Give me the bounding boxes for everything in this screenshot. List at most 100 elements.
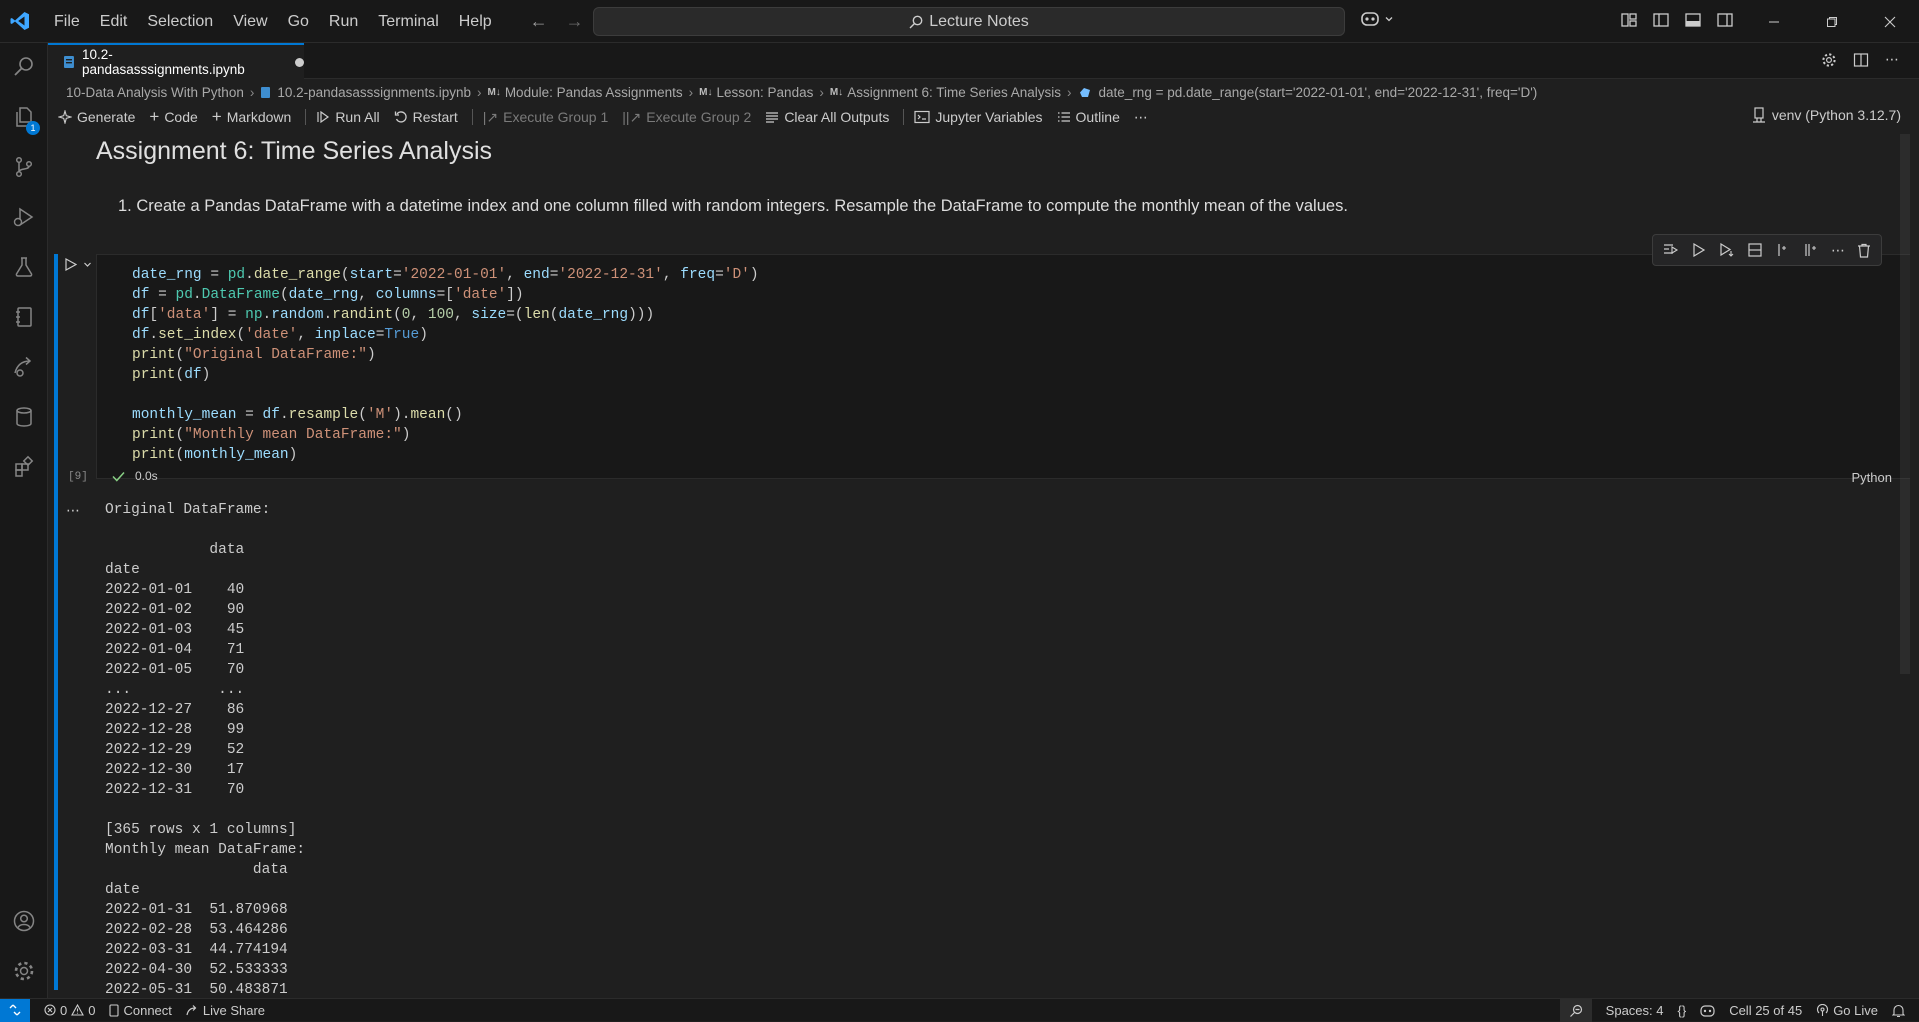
scrollbar-thumb[interactable] <box>1900 134 1910 674</box>
language-braces[interactable]: {} <box>1678 1003 1687 1018</box>
clear-all-outputs-button[interactable]: Clear All Outputs <box>765 109 889 125</box>
testing-flask-icon[interactable] <box>0 243 48 291</box>
breadcrumb-symbol[interactable]: date_rng = pd.date_range(start='2022-01-… <box>1099 85 1538 100</box>
live-share-label: Live Share <box>202 1002 266 1018</box>
restart-button[interactable]: Restart <box>394 109 458 125</box>
back-arrow-icon[interactable]: ← <box>530 11 548 32</box>
notebook-settings-gear-icon[interactable] <box>1821 52 1837 68</box>
breadcrumb-lesson[interactable]: Lesson: Pandas <box>717 85 814 100</box>
generate-button[interactable]: Generate <box>58 109 135 125</box>
run-all-icon <box>317 110 330 124</box>
execution-duration: 0.0s <box>135 469 158 483</box>
indentation-setting[interactable]: Spaces: 4 <box>1606 1003 1664 1018</box>
command-center-search[interactable]: Lecture Notes <box>593 7 1345 36</box>
outline-button[interactable]: Outline <box>1057 109 1120 125</box>
add-markdown-cell-button[interactable]: + Markdown <box>212 107 292 127</box>
list-text: Create a Pandas DataFrame with a datetim… <box>136 197 1348 215</box>
remote-indicator-icon[interactable] <box>0 998 30 1022</box>
menu-run[interactable]: Run <box>319 0 368 43</box>
markdown-label: Markdown <box>226 109 292 125</box>
account-icon[interactable] <box>0 897 48 945</box>
go-live-button[interactable]: Go Live <box>1816 1003 1878 1018</box>
menu-go[interactable]: Go <box>278 0 319 43</box>
notebook-content: Assignment 6: Time Series Analysis 1. Cr… <box>48 134 1910 998</box>
run-cell-icon <box>65 258 77 271</box>
menu-file[interactable]: File <box>44 0 90 43</box>
execute-cell-icon[interactable] <box>1691 243 1707 257</box>
code-cell-icon <box>1079 87 1090 97</box>
cell-more-icon[interactable]: ⋯ <box>1831 242 1845 259</box>
kernel-label: venv (Python 3.12.7) <box>1771 107 1901 123</box>
execute-above-icon[interactable] <box>1663 243 1679 257</box>
execute-group-2-button[interactable]: ||↗ Execute Group 2 <box>622 109 751 126</box>
output-more-icon[interactable]: ⋯ <box>66 502 81 519</box>
zoom-out-icon[interactable] <box>1559 999 1592 1022</box>
extensions-icon[interactable] <box>0 443 48 491</box>
run-below-icon[interactable] <box>1803 243 1819 257</box>
breadcrumb-file[interactable]: 10.2-pandasasssignments.ipynb <box>277 85 471 100</box>
menu-selection[interactable]: Selection <box>137 0 223 43</box>
cell-focus-indicator <box>54 254 58 990</box>
execute-group-1-button[interactable]: |↗ Execute Group 1 <box>483 109 608 126</box>
run-cell-button[interactable] <box>64 258 92 271</box>
notifications-bell-icon[interactable] <box>1892 1004 1905 1018</box>
copilot-menu[interactable] <box>1360 10 1394 28</box>
remote-explorer-icon[interactable] <box>0 343 48 391</box>
window-controls <box>1745 0 1919 43</box>
execute-group-icon: ||↗ <box>622 108 642 125</box>
execute-group-2-label: Execute Group 2 <box>646 109 752 125</box>
minimize-icon[interactable] <box>1745 0 1803 43</box>
copilot-status-icon[interactable] <box>1700 1004 1715 1017</box>
cell-position[interactable]: Cell 25 of 45 <box>1729 1003 1802 1018</box>
run-all-button[interactable]: Run All <box>316 109 380 125</box>
toggle-primary-sidebar-icon[interactable] <box>1652 11 1670 29</box>
menu-terminal[interactable]: Terminal <box>368 0 448 43</box>
restart-icon <box>394 111 407 123</box>
run-debug-icon[interactable] <box>0 193 48 241</box>
live-share-button[interactable]: Live Share <box>186 1003 265 1018</box>
breadcrumb-assignment[interactable]: Assignment 6: Time Series Analysis <box>847 85 1061 100</box>
connect-button[interactable]: Connect <box>109 1003 172 1018</box>
live-share-icon <box>186 1005 197 1016</box>
customize-layout-icon[interactable] <box>1620 11 1638 29</box>
database-icon[interactable] <box>0 393 48 441</box>
menu-help[interactable]: Help <box>449 0 502 43</box>
settings-gear-icon[interactable] <box>0 947 48 995</box>
problems-indicator[interactable]: 0 0 <box>44 1003 95 1018</box>
explorer-icon[interactable]: 1 <box>0 93 48 141</box>
forward-arrow-icon[interactable]: → <box>566 11 584 32</box>
more-actions-icon[interactable]: ⋯ <box>1885 52 1899 68</box>
cell-language[interactable]: Python <box>1852 470 1892 485</box>
close-icon[interactable] <box>1861 0 1919 43</box>
chevron-down-icon[interactable] <box>83 260 92 269</box>
breadcrumb-module[interactable]: Module: Pandas Assignments <box>505 85 683 100</box>
toggle-panel-icon[interactable] <box>1684 11 1702 29</box>
split-cell-icon[interactable] <box>1747 243 1763 257</box>
tab-notebook[interactable]: 10.2-pandasasssignments.ipynb <box>48 43 304 79</box>
kernel-picker[interactable]: venv (Python 3.12.7) <box>1752 107 1901 123</box>
add-code-cell-button[interactable]: + Code <box>149 107 197 127</box>
source-control-icon[interactable] <box>0 143 48 191</box>
run-above-icon[interactable] <box>1775 243 1791 257</box>
unsaved-dot-icon[interactable] <box>295 57 304 67</box>
checkmark-icon <box>112 471 125 482</box>
execute-below-icon[interactable] <box>1719 243 1735 257</box>
editor-actions: ⋯ <box>1821 52 1899 68</box>
restore-icon[interactable] <box>1803 0 1861 43</box>
status-bar: 0 0 Connect Live Share Spaces: 4 {} Cell… <box>0 998 1919 1022</box>
split-editor-icon[interactable] <box>1853 52 1869 68</box>
search-activity-icon[interactable] <box>0 43 48 91</box>
toggle-secondary-sidebar-icon[interactable] <box>1716 11 1734 29</box>
warning-count: 0 <box>88 1002 96 1018</box>
delete-cell-trash-icon[interactable] <box>1857 243 1871 258</box>
code-content[interactable]: date_rng = pd.date_range(start='2022-01-… <box>132 265 759 465</box>
breadcrumb-folder[interactable]: 10-Data Analysis With Python <box>66 85 244 100</box>
vscode-logo-icon[interactable] <box>0 0 40 43</box>
explorer-badge: 1 <box>26 121 40 135</box>
menu-edit[interactable]: Edit <box>90 0 138 43</box>
menu-view[interactable]: View <box>223 0 277 43</box>
restart-label: Restart <box>412 109 458 125</box>
notebook-icon[interactable] <box>0 293 48 341</box>
jupyter-variables-button[interactable]: Jupyter Variables <box>914 109 1043 125</box>
toolbar-more-button[interactable]: ⋯ <box>1134 109 1148 126</box>
